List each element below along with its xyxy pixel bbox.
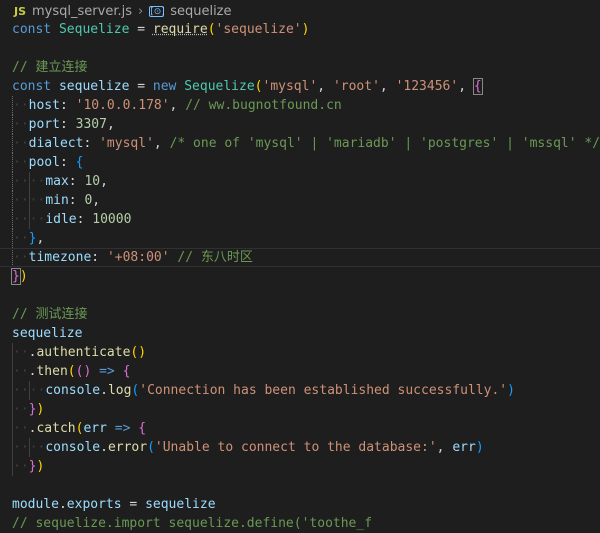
- code-line-12: ··},: [12, 229, 45, 248]
- code-line-3: // 建立连接: [12, 58, 600, 77]
- token-property: idle: [45, 212, 77, 227]
- chevron-right-icon: ›: [138, 3, 144, 19]
- token-property: max: [45, 174, 69, 189]
- token-property: pool: [28, 155, 60, 170]
- token-number: 10: [84, 174, 101, 189]
- token-string: 'Unable to connect to the database:': [154, 440, 437, 455]
- token-object: module: [12, 497, 59, 512]
- token-property: min: [45, 193, 69, 208]
- token-variable: Sequelize: [58, 22, 130, 37]
- variable-symbol-icon: [⊙]: [149, 5, 165, 17]
- token-variable: sequelize: [58, 79, 130, 94]
- token-property: host: [28, 98, 60, 113]
- token-property: timezone: [28, 250, 92, 265]
- token-class: Sequelize: [184, 79, 255, 94]
- breadcrumb-file-name[interactable]: mysql_server.js: [32, 4, 132, 19]
- token-comment: /* one of 'mysql' | 'mariadb' | 'postgre…: [169, 136, 600, 151]
- code-line-8: ··pool: {: [12, 153, 84, 172]
- token-function: then: [36, 364, 68, 379]
- code-line-26: module.exports = sequelize: [12, 497, 216, 512]
- token-operator: =: [129, 22, 153, 37]
- token-function: error: [107, 440, 148, 455]
- token-property: exports: [66, 497, 122, 512]
- code-line-13: ··timezone: '+08:00' // 东八时区: [0, 248, 600, 267]
- token-function: catch: [36, 421, 76, 436]
- code-line-5: ··host: '10.0.0.178', // ww.bugnotfound.…: [12, 96, 342, 115]
- token-variable: sequelize: [145, 497, 216, 512]
- token-number: 0: [84, 193, 93, 208]
- code-line-18: ··.authenticate(): [12, 343, 147, 362]
- token-operator: =: [129, 79, 153, 94]
- code-line-21: ··}): [12, 400, 45, 419]
- token-variable: sequelize: [12, 326, 83, 341]
- token-function: require: [152, 22, 208, 37]
- code-line-19: ··.then(() => {: [12, 362, 131, 381]
- code-line-16: // 测试连接: [12, 305, 600, 324]
- code-line-6: ··port: 3307,: [12, 115, 115, 134]
- code-line-10: ····min: 0,: [12, 191, 101, 210]
- token-function: log: [107, 383, 132, 398]
- code-line-11: ····idle: 10000: [12, 210, 132, 229]
- token-string: '10.0.0.178': [75, 98, 170, 113]
- code-line-17: sequelize: [12, 324, 600, 343]
- token-string: 'sequelize': [215, 22, 302, 37]
- token-property: port: [28, 117, 60, 132]
- code-editor[interactable]: const Sequelize = require('sequelize') /…: [0, 20, 600, 533]
- code-line-7: ··dialect: 'mysql', /* one of 'mysql' | …: [12, 134, 600, 153]
- token-keyword: const: [12, 79, 52, 94]
- code-line-20: ····console.log('Connection has been est…: [12, 381, 515, 400]
- breadcrumb-symbol-name[interactable]: sequelize: [170, 4, 231, 19]
- breadcrumb: JS mysql_server.js › [⊙] sequelize: [0, 0, 600, 22]
- token-number: 10000: [92, 212, 132, 227]
- token-object: console: [45, 440, 101, 455]
- token-comment: // sequelize.import sequelize.define('to…: [12, 516, 373, 531]
- code-line-22: ··.catch(err => {: [12, 419, 147, 438]
- token-comment: // 东八时区: [177, 250, 253, 265]
- code-line-27: // sequelize.import sequelize.define('to…: [12, 514, 600, 533]
- code-line-23: ····console.error('Unable to connect to …: [12, 438, 484, 457]
- token-string: 'mysql': [262, 79, 318, 94]
- token-string: '+08:00': [106, 250, 170, 265]
- token-property: dialect: [28, 136, 84, 151]
- token-number: 3307: [75, 117, 107, 132]
- token-string: 'root': [332, 79, 380, 94]
- token-string: 'Connection has been established success…: [139, 383, 508, 398]
- code-line-14: }): [11, 268, 28, 285]
- javascript-file-icon: JS: [14, 4, 27, 18]
- code-line-1: const Sequelize = require('sequelize'): [12, 22, 310, 37]
- token-comment: // 测试连接: [12, 307, 88, 322]
- code-line-9: ····max: 10,: [12, 172, 108, 191]
- token-parameter: err: [83, 421, 107, 436]
- token-keyword: const: [12, 22, 52, 37]
- token-object: console: [45, 383, 101, 398]
- token-string: 'mysql': [99, 136, 154, 151]
- token-function: authenticate: [36, 345, 131, 360]
- token-parameter: err: [452, 440, 476, 455]
- code-line-4: const sequelize = new Sequelize('mysql',…: [12, 78, 483, 95]
- token-keyword: new: [152, 79, 177, 94]
- code-line-24: ··}): [12, 457, 45, 476]
- token-comment: // 建立连接: [12, 60, 88, 75]
- token-string: '123456': [395, 79, 459, 94]
- token-comment: // ww.bugnotfound.cn: [185, 98, 342, 113]
